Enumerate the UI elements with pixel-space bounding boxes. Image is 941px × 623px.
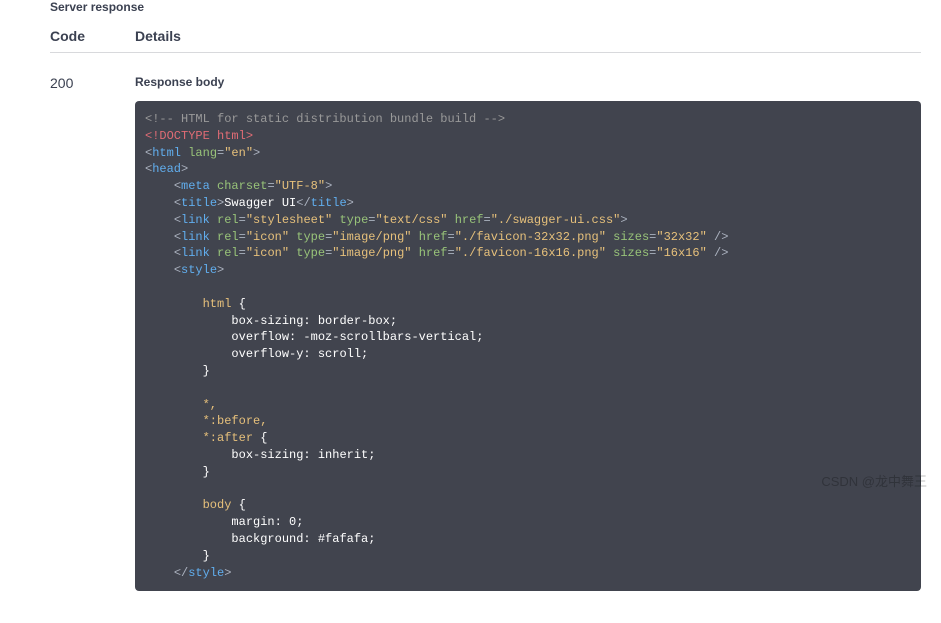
header-details: Details [135, 28, 181, 44]
section-title: Server response [50, 0, 921, 14]
server-response-section: Server response Code Details 200 Respons… [0, 0, 941, 623]
response-body-code[interactable]: <!-- HTML for static distribution bundle… [135, 101, 921, 591]
header-code: Code [50, 28, 135, 44]
response-row: 200 Response body <!-- HTML for static d… [50, 67, 921, 603]
status-code: 200 [50, 67, 135, 91]
response-headers: Code Details [50, 28, 921, 53]
response-body-title: Response body [135, 75, 921, 89]
response-details: Response body <!-- HTML for static distr… [135, 67, 921, 603]
